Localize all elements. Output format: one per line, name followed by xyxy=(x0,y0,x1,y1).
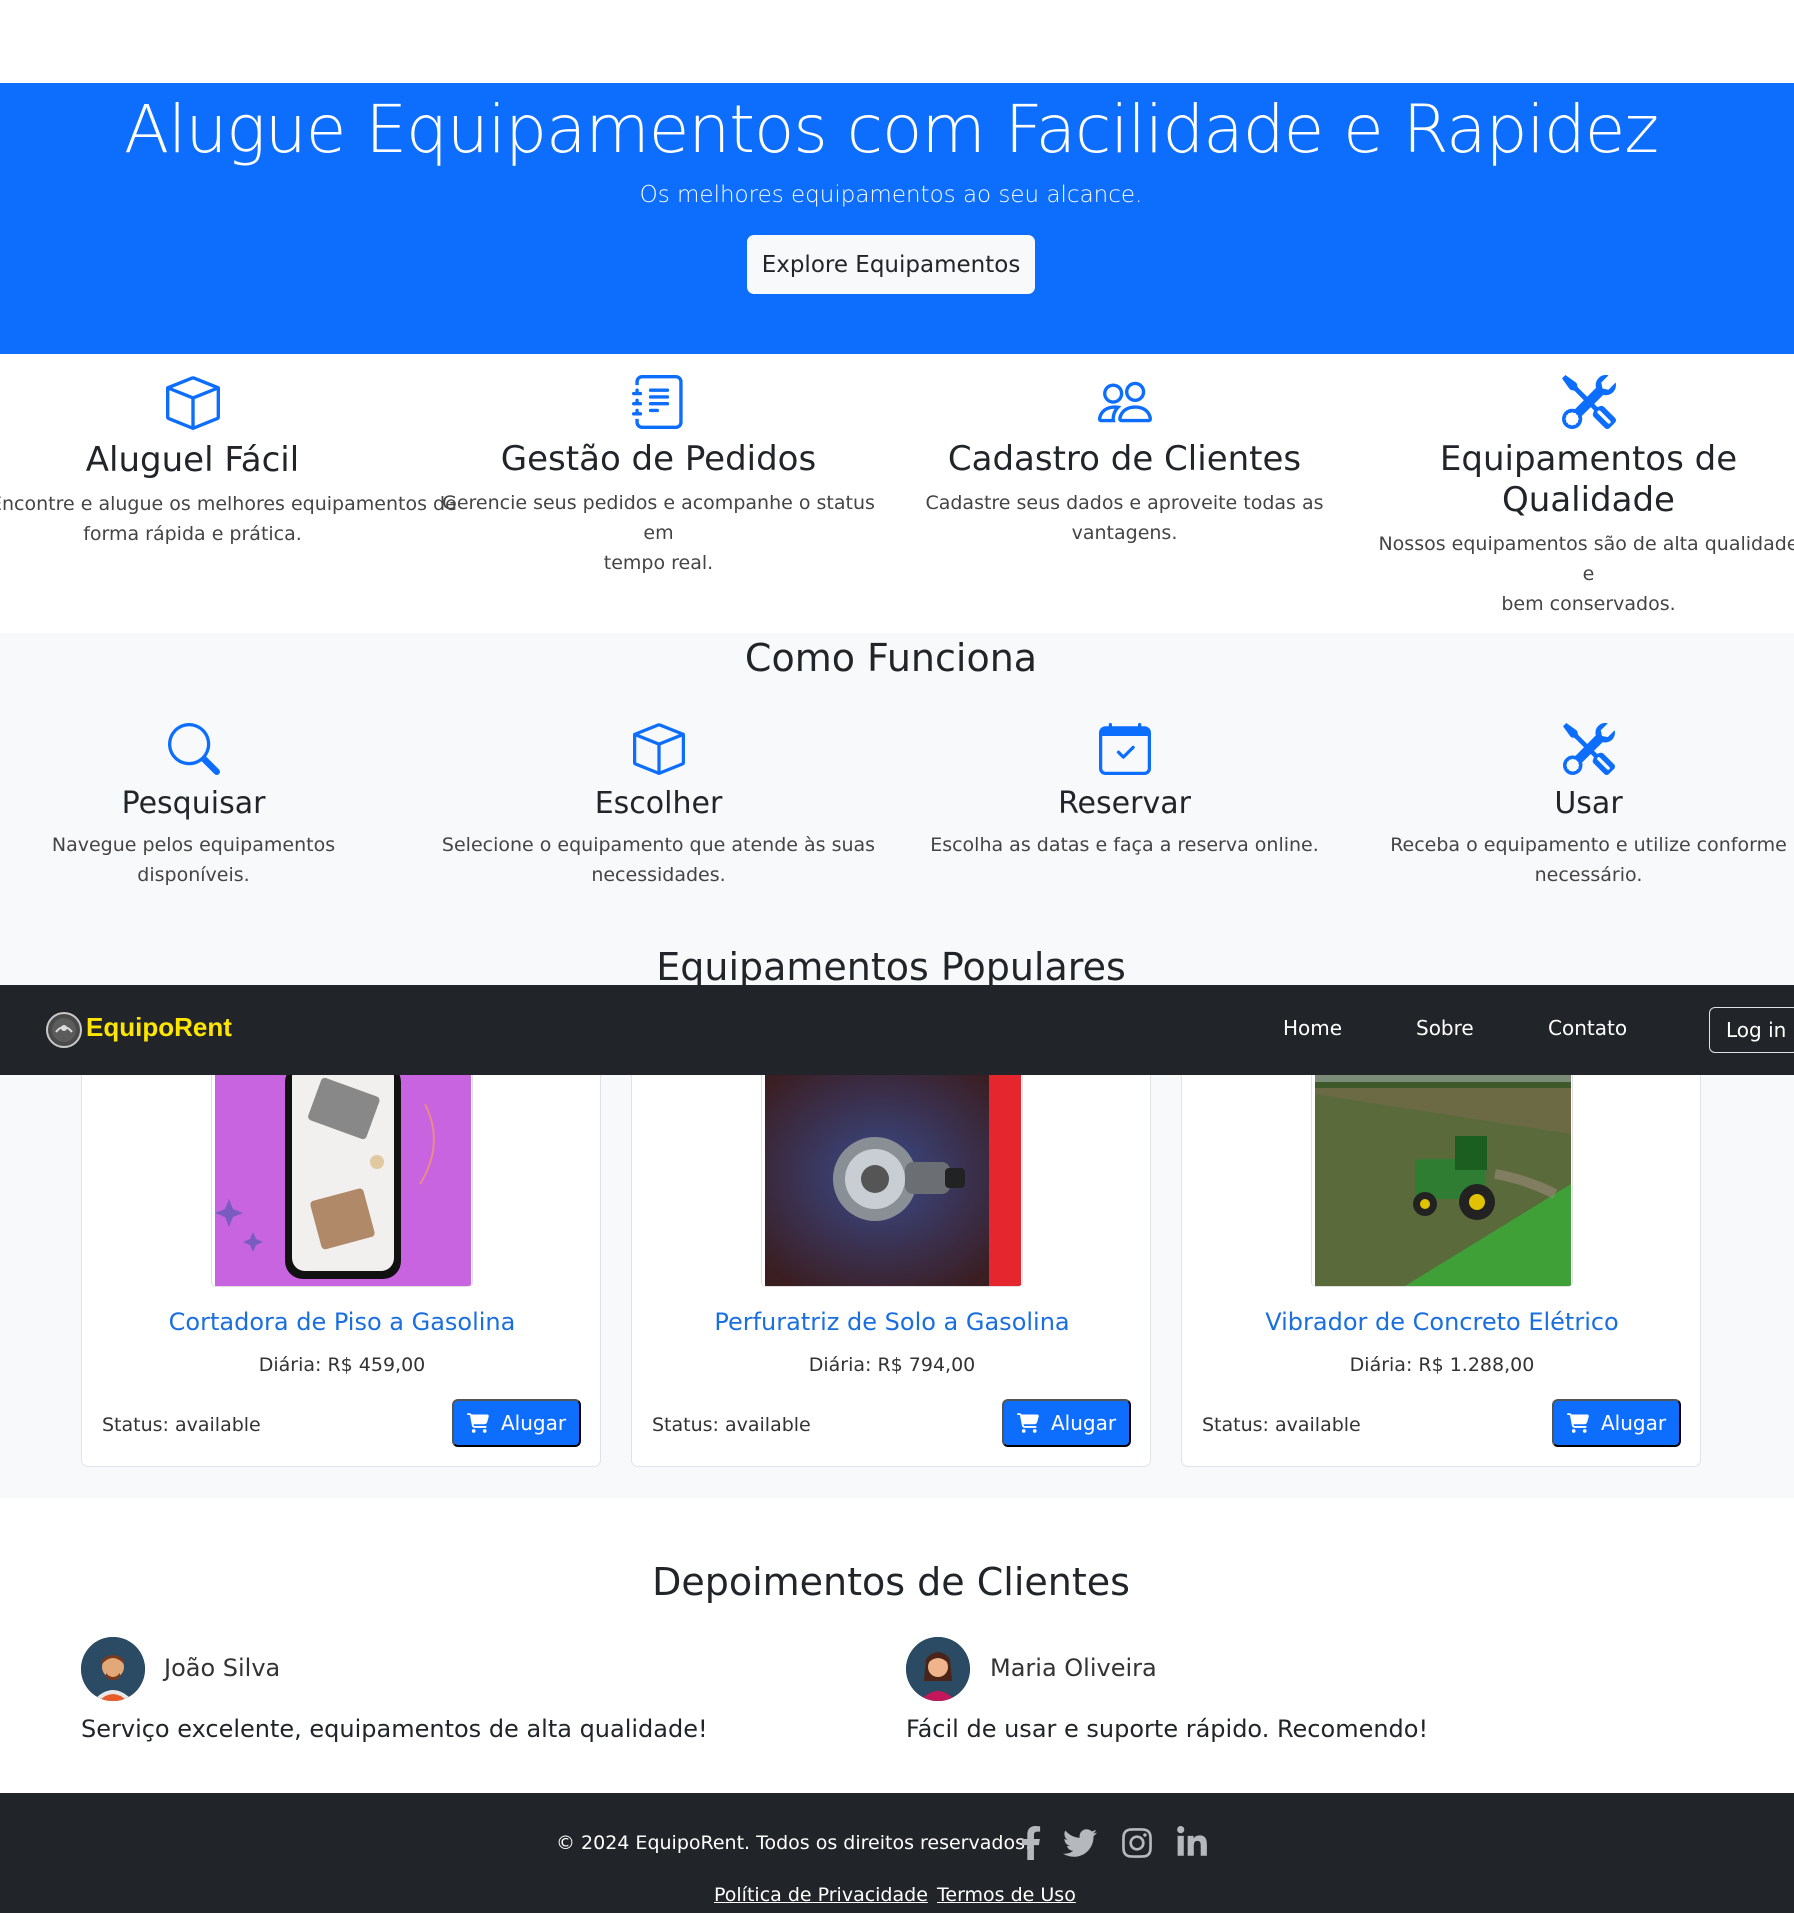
navbar: EquipoRent Home Sobre Contato Log in xyxy=(0,985,1794,1075)
hero-title: Alugue Equipamentos com Facilidade e Rap… xyxy=(123,91,1659,168)
how-it-works-title: Como Funciona xyxy=(744,636,1038,680)
step-use: Usar Receba o equipamento e utilize conf… xyxy=(1370,723,1794,890)
equipment-name-link[interactable]: Perfuratriz de Solo a Gasolina xyxy=(632,1308,1152,1336)
step-title: Pesquisar xyxy=(121,786,266,821)
testimonials-title: Depoimentos de Clientes xyxy=(652,1560,1130,1604)
equipment-name-link[interactable]: Cortadora de Piso a Gasolina xyxy=(82,1308,602,1336)
feature-title: Equipamentos de Qualidade xyxy=(1439,439,1738,520)
tractor-field-image xyxy=(1315,1064,1571,1286)
step-title: Reservar xyxy=(1058,786,1191,821)
avatar xyxy=(906,1637,970,1701)
feature-quality-equipment: Equipamentos de Qualidade Nossos equipame… xyxy=(1370,375,1794,619)
terms-of-use-link[interactable]: Termos de Uso xyxy=(937,1884,1076,1906)
step-title: Escolher xyxy=(594,786,723,821)
nav-contact-link[interactable]: Contato xyxy=(1548,1016,1627,1040)
twitter-icon[interactable] xyxy=(1063,1826,1097,1860)
step-text: Selecione o equipamento que atende às su… xyxy=(441,834,876,886)
box-icon xyxy=(165,376,220,430)
journal-list-icon xyxy=(631,375,683,429)
woman-avatar-icon xyxy=(906,1637,970,1701)
equipment-card: Cortadora de Piso a Gasolina Diária: R$ … xyxy=(81,1060,601,1467)
step-text: Receba o equipamento e utilize conforme n… xyxy=(1390,834,1787,886)
step-text: Escolha as datas e faça a reserva online… xyxy=(930,834,1319,856)
rent-button[interactable]: Alugar xyxy=(452,1399,581,1447)
feature-easy-rental: Aluguel Fácil Encontre e alugue os melho… xyxy=(0,375,457,549)
equipment-image xyxy=(211,1061,473,1287)
feature-client-registration: Cadastro de Clientes Cadastre seus dados… xyxy=(906,375,1343,548)
testimonial-quote: Serviço excelente, equipamentos de alta … xyxy=(81,1715,708,1743)
step-choose: Escolher Selecione o equipamento que ate… xyxy=(440,723,877,890)
privacy-policy-link[interactable]: Política de Privacidade xyxy=(714,1884,928,1906)
nav-about-link[interactable]: Sobre xyxy=(1416,1016,1474,1040)
step-text: Navegue pelos equipamentos disponíveis. xyxy=(51,834,336,886)
explore-equipment-button[interactable]: Explore Equipamentos xyxy=(747,235,1035,294)
popular-equipment-title: Equipamentos Populares xyxy=(656,945,1126,989)
linkedin-icon[interactable] xyxy=(1177,1826,1207,1860)
people-icon xyxy=(1097,381,1152,423)
feature-text: Cadastre seus dados e aproveite todas as… xyxy=(925,492,1324,544)
instagram-icon[interactable] xyxy=(1121,1826,1153,1860)
testimonial-name: João Silva xyxy=(164,1654,281,1682)
phone-laptop-image xyxy=(215,1064,471,1286)
rent-button[interactable]: Alugar xyxy=(1002,1399,1131,1447)
tools-icon xyxy=(1562,723,1615,775)
feature-title: Aluguel Fácil xyxy=(85,440,300,480)
feature-title: Gestão de Pedidos xyxy=(500,439,817,479)
feature-title: Cadastro de Clientes xyxy=(947,439,1302,479)
feature-text: Nossos equipamentos são de alta qualidad… xyxy=(1378,533,1794,615)
daily-price: Diária: R$ 459,00 xyxy=(258,1354,426,1376)
cv-joint-image xyxy=(765,1064,1021,1286)
equipment-name-link[interactable]: Vibrador de Concreto Elétrico xyxy=(1182,1308,1702,1336)
calendar-check-icon xyxy=(1098,723,1151,775)
rent-button-label: Alugar xyxy=(1050,1411,1117,1435)
facebook-icon[interactable] xyxy=(1020,1826,1042,1860)
rent-button-label: Alugar xyxy=(1600,1411,1667,1435)
box-icon xyxy=(632,723,685,775)
feature-text: Encontre e alugue os melhores equipament… xyxy=(0,493,457,545)
cart-icon xyxy=(466,1413,489,1433)
cart-icon xyxy=(1566,1413,1589,1433)
brand-logo-icon[interactable] xyxy=(46,1012,82,1048)
rent-button[interactable]: Alugar xyxy=(1552,1399,1681,1447)
brand-name[interactable]: EquipoRent xyxy=(86,1012,232,1043)
copyright-text: © 2024 EquipoRent. Todos os direitos res… xyxy=(556,1832,1032,1854)
status-text: Status: available xyxy=(1202,1414,1361,1436)
feature-text: Gerencie seus pedidos e acompanhe o stat… xyxy=(442,492,875,574)
status-text: Status: available xyxy=(652,1414,811,1436)
feature-order-management: Gestão de Pedidos Gerencie seus pedidos … xyxy=(440,375,877,578)
avatar xyxy=(81,1637,145,1701)
tools-icon xyxy=(1561,375,1616,429)
hero-subtitle: Os melhores equipamentos ao seu alcance. xyxy=(639,182,1143,208)
search-icon xyxy=(167,723,220,775)
step-reserve: Reservar Escolha as datas e faça a reser… xyxy=(906,723,1343,860)
step-search: Pesquisar Navegue pelos equipamentos dis… xyxy=(0,723,387,890)
equipment-image xyxy=(761,1061,1023,1287)
footer: © 2024 EquipoRent. Todos os direitos res… xyxy=(0,1793,1794,1913)
testimonial-quote: Fácil de usar e suporte rápido. Recomend… xyxy=(906,1715,1429,1743)
hero-banner: Alugue Equipamentos com Facilidade e Rap… xyxy=(0,83,1794,354)
cart-icon xyxy=(1016,1413,1039,1433)
daily-price: Diária: R$ 794,00 xyxy=(808,1354,976,1376)
status-text: Status: available xyxy=(102,1414,261,1436)
equipment-image xyxy=(1311,1061,1573,1287)
rent-button-label: Alugar xyxy=(500,1411,567,1435)
nav-home-link[interactable]: Home xyxy=(1283,1016,1342,1040)
man-avatar-icon xyxy=(81,1637,145,1701)
testimonial-name: Maria Oliveira xyxy=(990,1654,1157,1682)
equipment-card: Vibrador de Concreto Elétrico Diária: R$… xyxy=(1181,1060,1701,1467)
login-button[interactable]: Log in xyxy=(1709,1007,1794,1053)
daily-price: Diária: R$ 1.288,00 xyxy=(1349,1354,1535,1376)
step-title: Usar xyxy=(1554,786,1623,821)
equipment-card: Perfuratriz de Solo a Gasolina Diária: R… xyxy=(631,1060,1151,1467)
